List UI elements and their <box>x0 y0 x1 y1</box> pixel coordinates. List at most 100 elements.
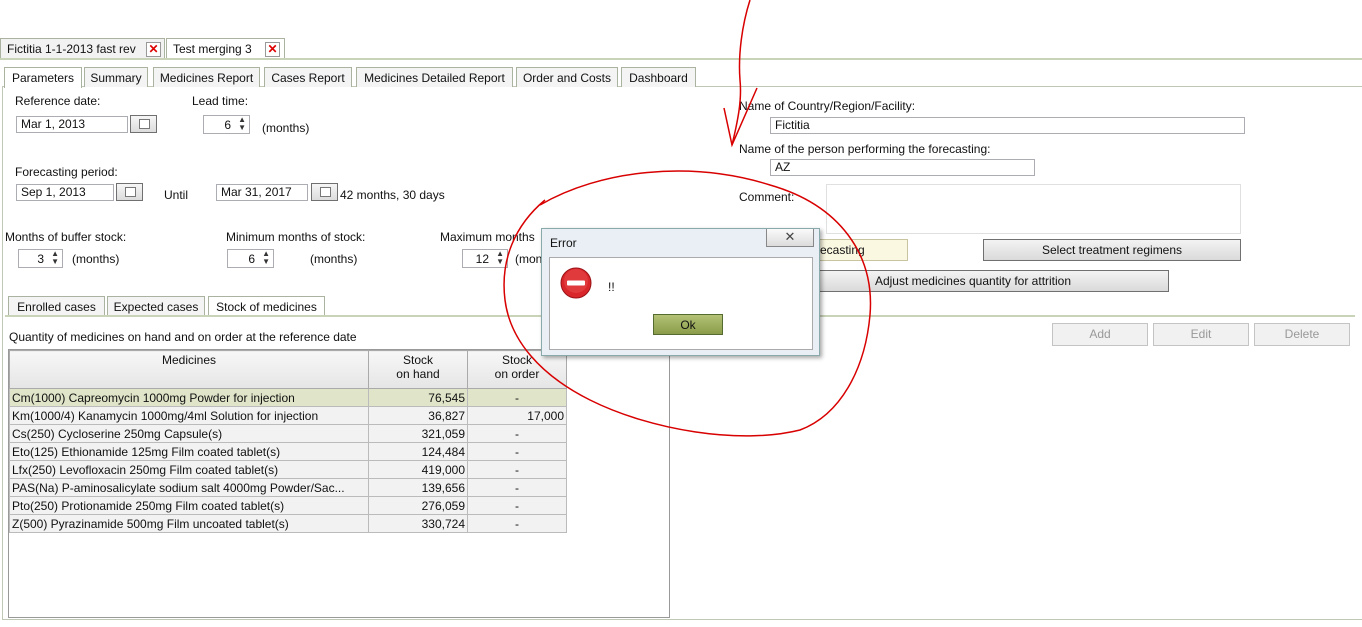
cell-medicine: Lfx(250) Levofloxacin 250mg Film coated … <box>9 460 369 479</box>
comment-label: Comment: <box>739 190 795 204</box>
doc-tab-fictitia[interactable]: Fictitia 1-1-2013 fast rev ✕ <box>0 38 165 58</box>
cell-on-order: 17,000 <box>467 406 567 425</box>
tab-medicines-report[interactable]: Medicines Report <box>153 67 260 87</box>
forecasting-button-label: recasting <box>816 243 865 257</box>
tab-expected-cases[interactable]: Expected cases <box>107 296 205 316</box>
calendar-icon[interactable] <box>311 183 338 201</box>
add-button[interactable]: Add <box>1052 323 1148 346</box>
cell-on-order: - <box>467 514 567 533</box>
spinner-arrows-icon[interactable]: ▲ ▼ <box>496 250 504 266</box>
column-header-label: Stock <box>501 353 532 367</box>
column-header-label: Stock <box>402 353 433 367</box>
period-start-field[interactable]: Sep 1, 2013 <box>16 184 114 201</box>
table-row[interactable]: Cs(250) Cycloserine 250mg Capsule(s) 321… <box>9 424 567 443</box>
lead-time-label: Lead time: <box>192 94 249 108</box>
doc-tab-label: Fictitia 1-1-2013 fast rev <box>7 42 136 56</box>
table-row[interactable]: Km(1000/4) Kanamycin 1000mg/4ml Solution… <box>9 406 567 425</box>
max-stock-unit: (mon <box>515 252 543 266</box>
calendar-icon[interactable] <box>130 115 157 133</box>
column-header-label: on hand <box>396 367 440 381</box>
lead-time-value: 6 <box>224 118 231 132</box>
dialog-message: !! <box>608 280 615 294</box>
select-treatment-regimens-button[interactable]: Select treatment regimens <box>983 239 1241 261</box>
cell-on-hand: 124,484 <box>368 442 468 461</box>
cell-medicine: Km(1000/4) Kanamycin 1000mg/4ml Solution… <box>9 406 369 425</box>
tab-dashboard[interactable]: Dashboard <box>621 67 696 87</box>
spinner-arrows-icon[interactable]: ▲ ▼ <box>262 250 270 266</box>
table-row[interactable]: Z(500) Pyrazinamide 500mg Film uncoated … <box>9 514 567 533</box>
tab-cases-report[interactable]: Cases Report <box>264 67 352 87</box>
tab-medicines-detailed-report[interactable]: Medicines Detailed Report <box>356 67 513 87</box>
cell-on-hand: 139,656 <box>368 478 468 497</box>
table-row[interactable]: Eto(125) Ethionamide 125mg Film coated t… <box>9 442 567 461</box>
cell-on-order: - <box>467 496 567 515</box>
max-stock-label: Maximum months <box>440 230 535 244</box>
tab-stock-of-medicines[interactable]: Stock of medicines <box>208 296 325 316</box>
period-end-field[interactable]: Mar 31, 2017 <box>216 184 308 201</box>
close-icon[interactable]: ✕ <box>766 229 814 247</box>
min-stock-spinner[interactable]: 6 ▲ ▼ <box>227 249 274 268</box>
column-header-label: Medicines <box>161 353 217 367</box>
cell-on-order: - <box>467 424 567 443</box>
adjust-attrition-button[interactable]: Adjust medicines quantity for attrition <box>777 270 1169 292</box>
delete-button[interactable]: Delete <box>1254 323 1350 346</box>
cell-medicine: Pto(250) Protionamide 250mg Film coated … <box>9 496 369 515</box>
comment-field[interactable] <box>826 184 1241 234</box>
country-field[interactable]: Fictitia <box>770 117 1245 134</box>
cell-on-hand: 321,059 <box>368 424 468 443</box>
column-header-on-hand[interactable]: Stock on hand <box>368 350 468 389</box>
cell-on-hand: 419,000 <box>368 460 468 479</box>
doc-tab-test-merging[interactable]: Test merging 3 ✕ <box>166 38 285 58</box>
cell-medicine: PAS(Na) P-aminosalicylate sodium salt 40… <box>9 478 369 497</box>
tab-enrolled-cases[interactable]: Enrolled cases <box>8 296 105 316</box>
table-row[interactable]: Cm(1000) Capreomycin 1000mg Powder for i… <box>9 388 567 407</box>
table-row[interactable]: PAS(Na) P-aminosalicylate sodium salt 40… <box>9 478 567 497</box>
ok-button[interactable]: Ok <box>653 314 723 335</box>
tab-parameters[interactable]: Parameters <box>4 67 82 88</box>
column-header-label: on order <box>494 367 540 381</box>
edit-button[interactable]: Edit <box>1153 323 1249 346</box>
column-header-on-order[interactable]: Stock on order <box>467 350 567 389</box>
stock-caption: Quantity of medicines on hand and on ord… <box>9 330 357 344</box>
stock-table: Medicines Stock on hand Stock on order Cm(… <box>9 350 567 533</box>
close-tab-icon[interactable]: ✕ <box>265 42 280 57</box>
column-header-medicines[interactable]: Medicines <box>9 350 369 389</box>
cell-on-order: - <box>467 388 567 407</box>
min-stock-unit: (months) <box>310 252 358 266</box>
min-stock-value: 6 <box>248 252 255 266</box>
cell-on-order: - <box>467 460 567 479</box>
error-dialog: Error ✕ !! Ok <box>541 228 820 356</box>
lead-time-spinner[interactable]: 6 ▲ ▼ <box>203 115 250 134</box>
cell-medicine: Eto(125) Ethionamide 125mg Film coated t… <box>9 442 369 461</box>
cell-on-hand: 330,724 <box>368 514 468 533</box>
person-field[interactable]: AZ <box>770 159 1035 176</box>
spinner-arrows-icon[interactable]: ▲ ▼ <box>238 116 246 132</box>
cell-on-order: - <box>467 442 567 461</box>
lead-time-unit: (months) <box>262 121 310 135</box>
tab-order-and-costs[interactable]: Order and Costs <box>516 67 618 87</box>
table-row[interactable]: Lfx(250) Levofloxacin 250mg Film coated … <box>9 460 567 479</box>
tab-summary[interactable]: Summary <box>84 67 148 87</box>
cell-on-hand: 36,827 <box>368 406 468 425</box>
cell-medicine: Cs(250) Cycloserine 250mg Capsule(s) <box>9 424 369 443</box>
doc-tab-divider <box>0 58 1362 60</box>
reference-date-field[interactable]: Mar 1, 2013 <box>16 116 128 133</box>
reference-date-label: Reference date: <box>15 94 101 108</box>
calendar-icon[interactable] <box>116 183 143 201</box>
spinner-arrows-icon[interactable]: ▲ ▼ <box>51 250 59 266</box>
buffer-stock-unit: (months) <box>72 252 120 266</box>
forecasting-period-label: Forecasting period: <box>15 165 118 179</box>
buffer-stock-value: 3 <box>37 252 44 266</box>
cell-on-hand: 76,545 <box>368 388 468 407</box>
error-icon <box>560 267 592 299</box>
person-label: Name of the person performing the foreca… <box>739 142 991 156</box>
doc-tab-label: Test merging 3 <box>173 42 252 56</box>
country-label: Name of Country/Region/Facility: <box>739 99 916 113</box>
min-stock-label: Minimum months of stock: <box>226 230 366 244</box>
cell-on-order: - <box>467 478 567 497</box>
max-stock-spinner[interactable]: 12 ▲ ▼ <box>462 249 508 268</box>
buffer-stock-spinner[interactable]: 3 ▲ ▼ <box>18 249 63 268</box>
table-row[interactable]: Pto(250) Protionamide 250mg Film coated … <box>9 496 567 515</box>
close-tab-icon[interactable]: ✕ <box>146 42 161 57</box>
until-label: Until <box>164 188 189 202</box>
